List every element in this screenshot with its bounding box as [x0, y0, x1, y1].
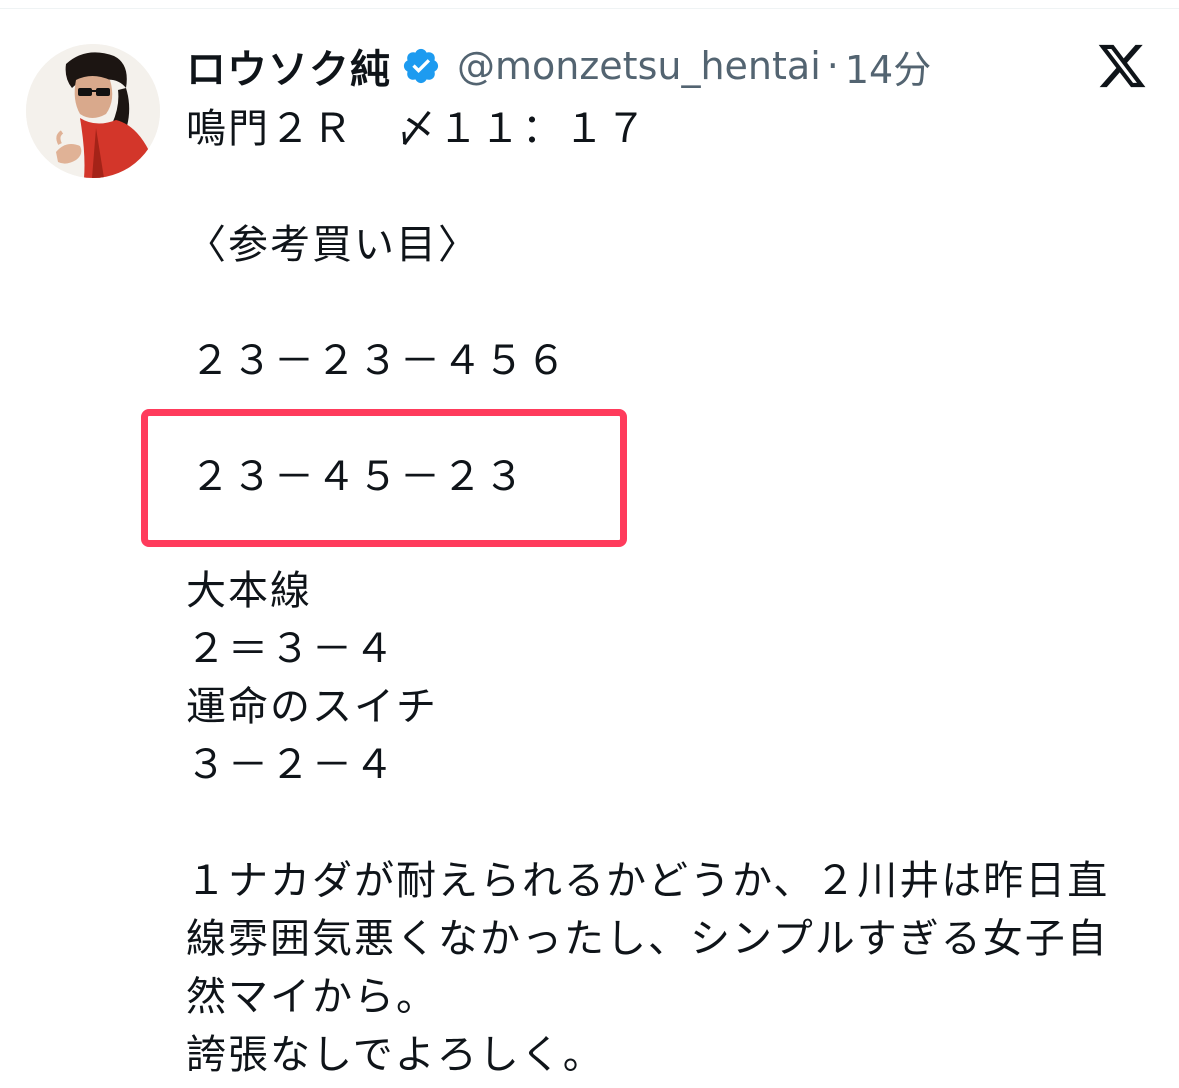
user-avatar[interactable] [26, 44, 160, 178]
user-handle[interactable]: @monzetsu_hentai [457, 44, 821, 88]
meta-separator: · [826, 44, 839, 88]
verified-badge-icon [401, 46, 441, 86]
display-name[interactable]: ロウソク純 [186, 37, 391, 95]
tweet-header: ロウソク純 @monzetsu_hentai · 14分 [186, 36, 931, 96]
x-logo-icon[interactable] [1096, 40, 1148, 92]
tweet-line-combo-1: ２３－２３－４５６ [190, 338, 568, 384]
highlight-annotation-box [141, 409, 627, 547]
tweet-line-fate-label: 運命のスイチ [186, 684, 438, 730]
top-divider [0, 8, 1179, 9]
tweet-line-comment-4: 誇張なしでよろしく。 [186, 1032, 605, 1078]
tweet-line-fate-pick: ３－２－４ [186, 742, 396, 788]
tweet-line-comment-2: 線雰囲気悪くなかったし、シンプルすぎる女子自 [186, 916, 1109, 962]
tweet-timestamp[interactable]: 14分 [845, 39, 931, 94]
tweet-line-comment-1: １ナカダが耐えられるかどうか、２川井は昨日直 [186, 858, 1110, 904]
tweet-line-reference-header: 〈参考買い目〉 [186, 222, 480, 268]
tweet-line-main-label: 大本線 [186, 568, 312, 614]
tweet-line-comment-3: 然マイから。 [186, 974, 438, 1020]
tweet-line-race: 鳴門２Ｒ 〆１１：１７ [186, 106, 648, 152]
tweet-line-main-pick: ２＝３－４ [186, 626, 396, 672]
